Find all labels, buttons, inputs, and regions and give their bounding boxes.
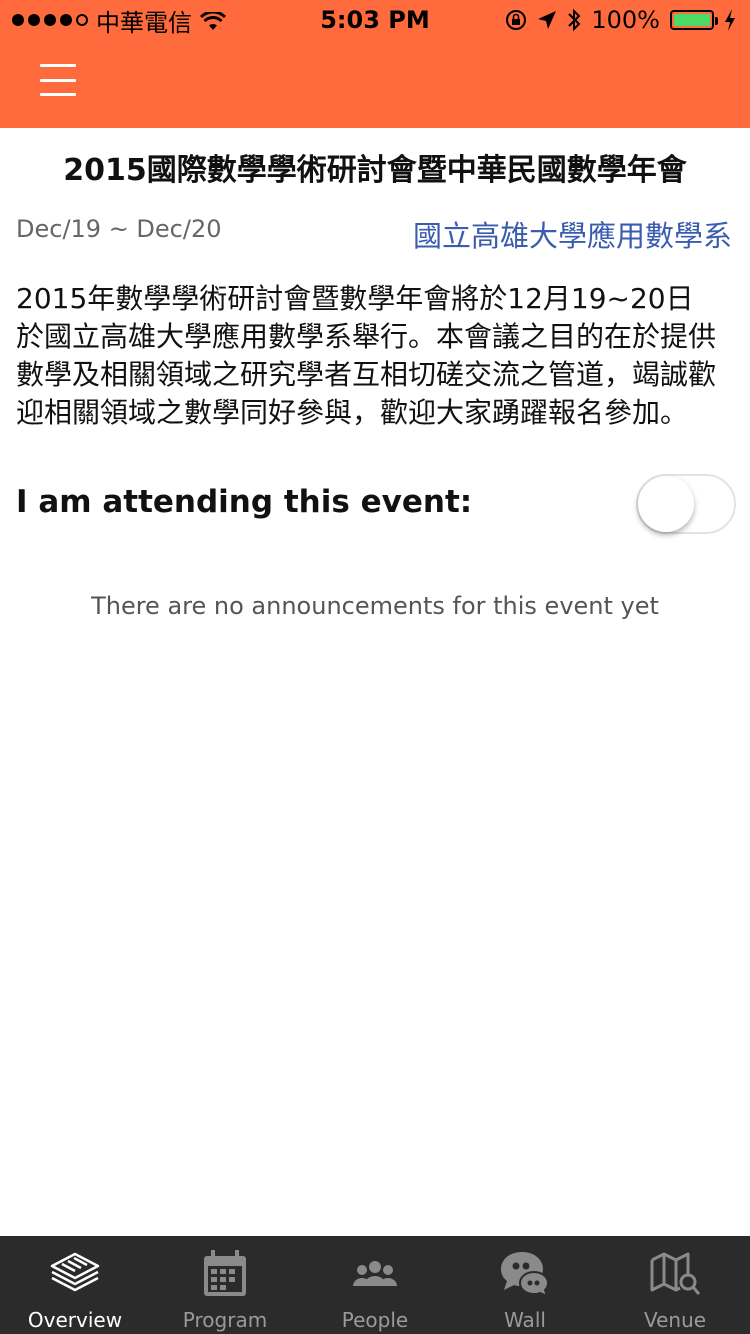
status-right: 100%	[505, 6, 736, 34]
attending-label: I am attending this event:	[16, 484, 473, 520]
tab-people[interactable]: People	[300, 1236, 450, 1334]
tab-wall[interactable]: Wall	[450, 1236, 600, 1334]
tab-venue[interactable]: Venue	[600, 1236, 750, 1334]
map-search-icon	[650, 1252, 701, 1295]
tab-label: People	[341, 1308, 409, 1332]
organizer-link[interactable]: 國立高雄大學應用數學系	[413, 213, 732, 255]
charging-bolt-icon	[725, 9, 735, 31]
chat-bubble-icon	[501, 1252, 550, 1298]
toggle-knob	[638, 476, 694, 532]
location-arrow-icon	[538, 11, 557, 29]
tab-program[interactable]: Program	[150, 1236, 300, 1334]
no-announcements-message: There are no announcements for this even…	[91, 592, 659, 620]
event-description: 2015年數學學術研討會暨數學年會將於12月19~20日於國立高雄大學應用數學系…	[16, 282, 717, 429]
tab-label: Wall	[504, 1308, 546, 1332]
battery-percent: 100%	[591, 6, 660, 34]
attending-row: I am attending this event:	[16, 470, 736, 536]
top-bar: 中華電信 5:03 PM 100%	[0, 0, 750, 128]
calendar-icon	[204, 1250, 246, 1296]
tab-label: Overview	[27, 1308, 123, 1332]
status-bar: 中華電信 5:03 PM 100%	[0, 0, 750, 40]
hamburger-menu-icon[interactable]	[40, 64, 76, 96]
battery-icon	[670, 10, 718, 30]
tab-bar: Overview Program People Wall Venue	[0, 1236, 750, 1334]
tab-label: Program	[182, 1308, 268, 1332]
rotation-lock-icon	[506, 10, 527, 30]
tab-label: Venue	[643, 1308, 707, 1332]
newspaper-icon	[50, 1252, 100, 1292]
attending-toggle[interactable]	[636, 474, 736, 534]
tab-overview[interactable]: Overview	[0, 1236, 150, 1334]
bluetooth-icon	[568, 8, 581, 32]
people-icon	[353, 1261, 397, 1286]
event-dates: Dec/19 ~ Dec/20	[16, 215, 222, 243]
event-title: 2015國際數學學術研討會暨中華民國數學年會	[63, 153, 687, 188]
